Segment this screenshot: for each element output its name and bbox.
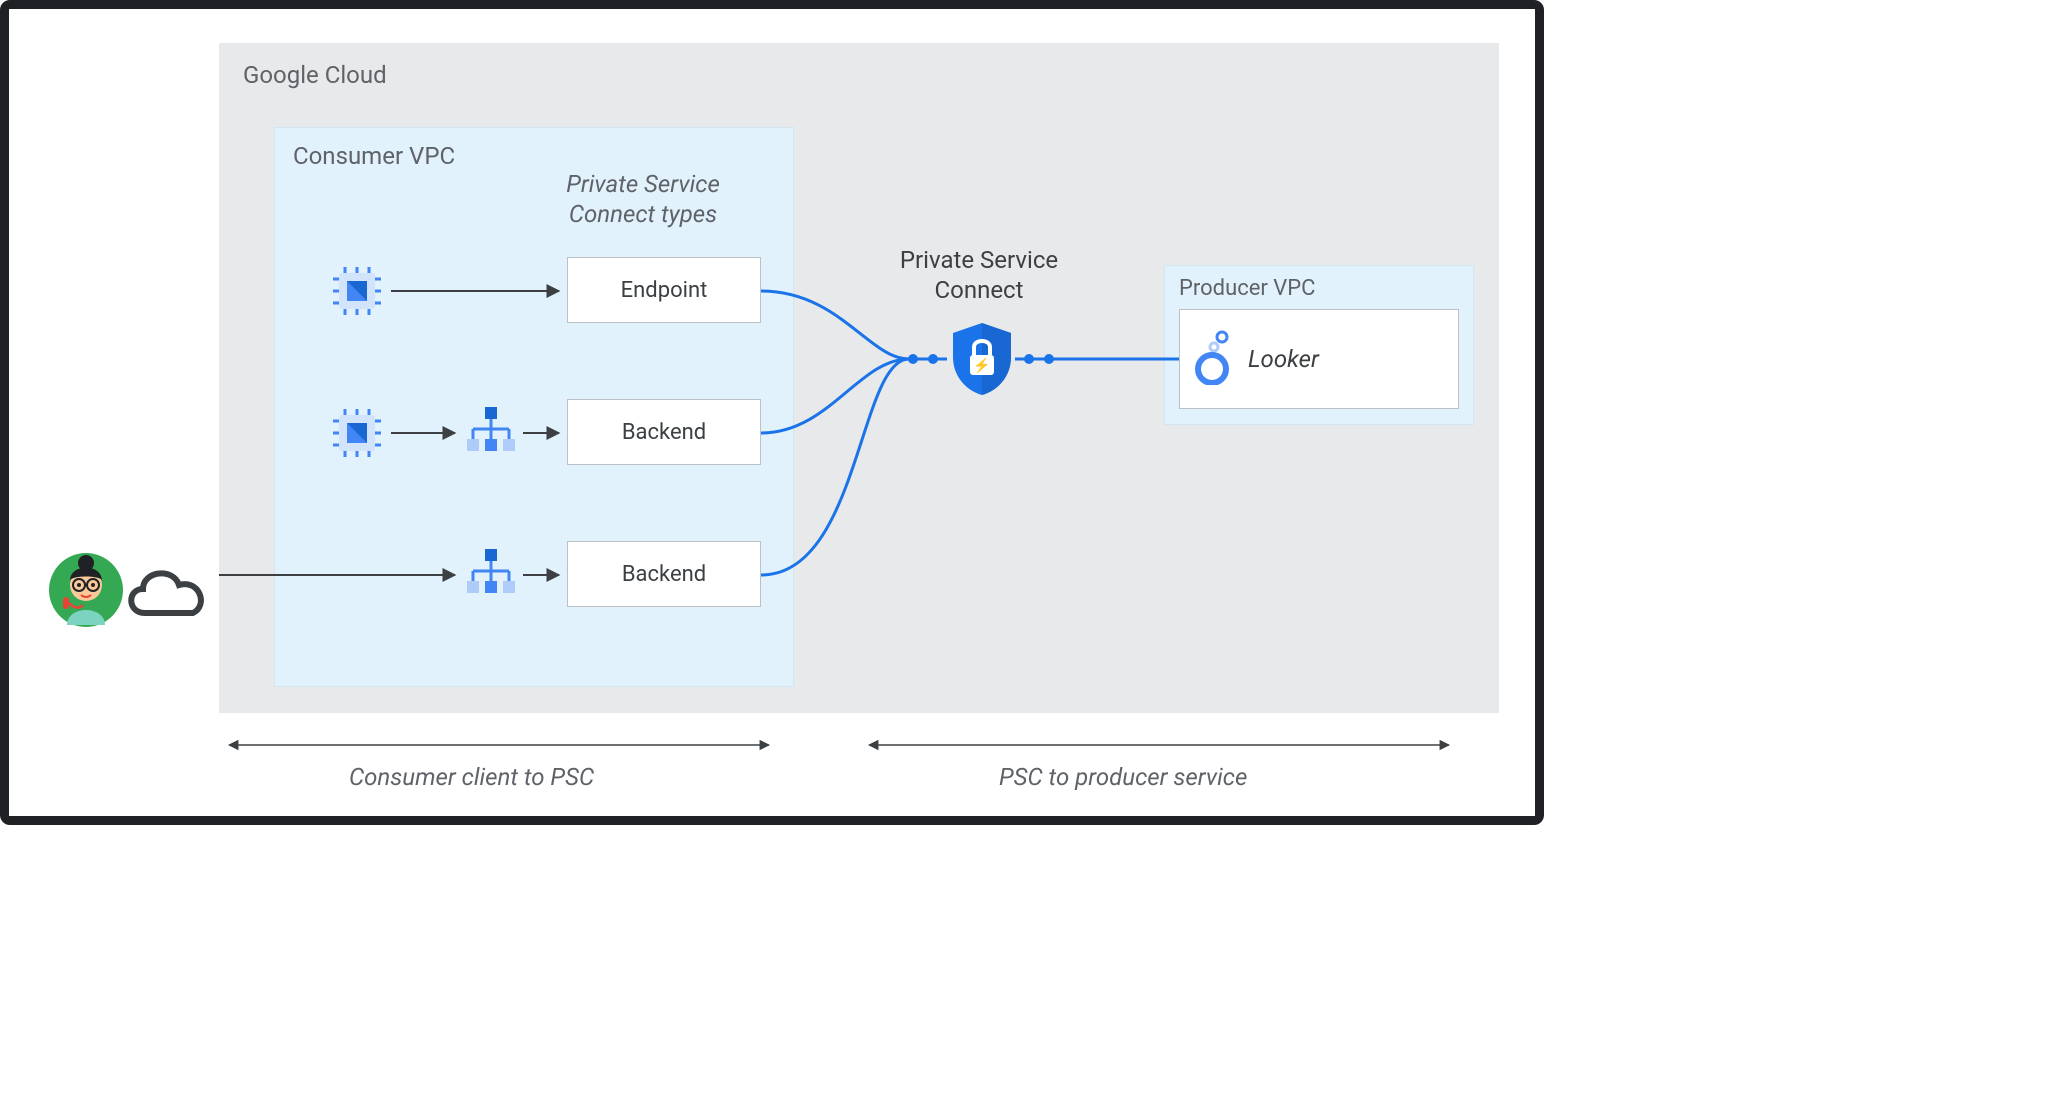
looker-label: Looker — [1248, 345, 1319, 373]
psc-types-heading: Private Service Connect types — [513, 169, 773, 229]
load-balancer-icon — [463, 543, 519, 599]
compute-chip-icon — [329, 405, 385, 461]
endpoint-label: Endpoint — [621, 278, 708, 303]
load-balancer-icon — [463, 401, 519, 457]
psc-label-text: Private Service Connect — [900, 246, 1058, 304]
endpoint-box: Endpoint — [567, 257, 761, 323]
consumer-vpc-label: Consumer VPC — [293, 142, 775, 170]
psc-types-heading-text: Private Service Connect types — [566, 170, 720, 228]
bracket-left-label: Consumer client to PSC — [349, 763, 594, 791]
looker-icon — [1194, 329, 1234, 389]
diagram-canvas: Google Cloud Consumer VPC Private Servic… — [9, 9, 1535, 816]
user-avatar-icon — [47, 551, 125, 633]
backend-box-2: Backend — [567, 541, 761, 607]
bracket-right-label: PSC to producer service — [999, 763, 1247, 791]
producer-vpc-label: Producer VPC — [1179, 276, 1459, 301]
backend-box-1: Backend — [567, 399, 761, 465]
backend-label-2: Backend — [622, 562, 706, 587]
svg-text:⚡: ⚡ — [973, 357, 990, 374]
looker-box: Looker — [1179, 309, 1459, 409]
psc-label: Private Service Connect — [859, 245, 1099, 305]
backend-label-1: Backend — [622, 420, 706, 445]
compute-chip-icon — [329, 263, 385, 319]
cloud-icon — [117, 557, 217, 631]
psc-shield-icon: ⚡ — [947, 319, 1017, 403]
google-cloud-label: Google Cloud — [243, 61, 1475, 89]
